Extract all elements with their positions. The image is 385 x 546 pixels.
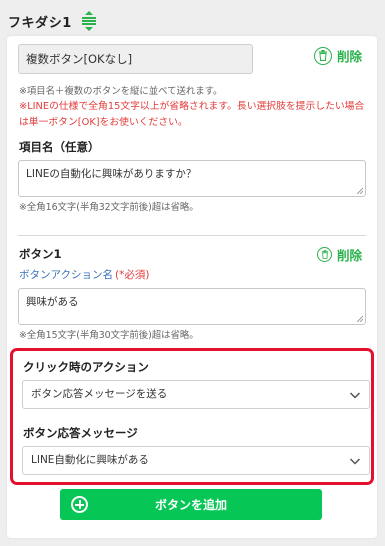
- action-name-textarea[interactable]: 興味がある: [18, 288, 366, 325]
- trash-icon: [314, 46, 332, 65]
- highlight-box: クリック時のアクション ボタン応答メッセージを送る ボタン応答メッセージ LIN…: [10, 348, 374, 485]
- item-name-textarea[interactable]: LINEの自動化に興味がありますか？: [18, 160, 366, 197]
- item-name-value: LINEの自動化に興味がありますか？: [26, 168, 197, 180]
- click-action-select[interactable]: ボタン応答メッセージを送る: [22, 380, 370, 409]
- balloon-card: 複数ボタン[OKなし] 削除 ※項目名＋複数のボタンを縦に並べて送れます。 ※L…: [7, 36, 377, 538]
- add-button-label: ボタンを追加: [154, 498, 227, 512]
- required-mark: (*必須): [114, 269, 150, 281]
- action-name-value: 興味がある: [26, 296, 79, 308]
- trash-icon: [317, 247, 332, 262]
- info-note: ※項目名＋複数のボタンを縦に並べて送れます。: [19, 86, 223, 97]
- response-message-select[interactable]: LINE自動化に興味がある: [22, 446, 370, 475]
- warning-note: ※LINEの仕様で全角15文字以上が省略されます。長い選択肢を提示したい場合は単…: [19, 101, 365, 128]
- balloon-header: フキダシ1: [8, 8, 100, 34]
- resize-grip-icon[interactable]: [356, 315, 363, 322]
- button-type-select[interactable]: 複数ボタン[OKなし]: [18, 44, 253, 74]
- action-name-hint: ※全角15文字(半角30文字前後)超は省略。: [19, 330, 199, 341]
- drag-handle-icon[interactable]: [78, 10, 100, 32]
- item-name-label: 項目名（任意）: [19, 140, 100, 154]
- click-action-label: クリック時のアクション: [23, 360, 149, 374]
- balloon-title: フキダシ1: [8, 15, 72, 31]
- response-message-value: LINE自動化に興味がある: [31, 454, 149, 466]
- click-action-value: ボタン応答メッセージを送る: [31, 388, 168, 400]
- delete-label: 削除: [337, 49, 363, 64]
- action-name-text: ボタンアクション名: [19, 269, 113, 281]
- chevron-down-icon: [349, 458, 361, 465]
- button1-label: ボタン1: [19, 247, 62, 261]
- delete-label: 削除: [337, 248, 363, 263]
- response-message-label: ボタン応答メッセージ: [23, 426, 138, 440]
- delete-balloon-button[interactable]: 削除: [314, 46, 362, 65]
- section-divider: [18, 235, 366, 236]
- resize-grip-icon[interactable]: [356, 187, 363, 194]
- add-button-button[interactable]: ボタンを追加: [60, 489, 322, 520]
- item-name-hint: ※全角16文字(半角32文字前後)超は省略。: [19, 202, 199, 213]
- delete-button1-button[interactable]: 削除: [317, 245, 362, 264]
- chevron-down-icon: [349, 392, 361, 399]
- action-name-label: ボタンアクション名 (*必須): [19, 267, 149, 282]
- plus-circle-icon: [71, 496, 88, 513]
